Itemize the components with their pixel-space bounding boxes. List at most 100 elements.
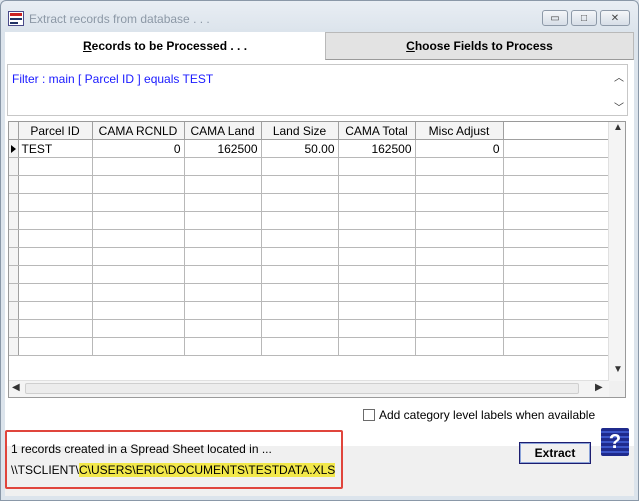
table-cell bbox=[18, 157, 93, 176]
close-button[interactable]: ✕ bbox=[600, 10, 630, 26]
tab-records-label: ecords to be Processed . . . bbox=[91, 39, 248, 53]
scroll-up-icon[interactable]: ︿ bbox=[614, 69, 624, 84]
records-grid[interactable]: Parcel ID CAMA RCNLD CAMA Land Land Size CAM… bbox=[8, 121, 626, 398]
category-labels-label: Add category level labels when available bbox=[379, 408, 596, 422]
minimize-button[interactable]: ▭ bbox=[542, 10, 568, 26]
table-cell bbox=[503, 157, 608, 176]
column-header[interactable]: CAMA Total bbox=[338, 122, 416, 140]
table-cell bbox=[92, 301, 185, 320]
scroll-down-icon[interactable]: ﹀ bbox=[614, 99, 624, 114]
current-row-icon bbox=[11, 145, 16, 153]
table-cell bbox=[338, 283, 416, 302]
table-row[interactable]: TEST 0 162500 50.00 162500 0 bbox=[9, 139, 608, 158]
table-cell[interactable]: 50.00 bbox=[261, 139, 339, 158]
table-cell[interactable]: 162500 bbox=[338, 139, 416, 158]
table-row-empty bbox=[9, 337, 608, 356]
table-cell bbox=[92, 337, 185, 356]
grid-scroll-thumb[interactable] bbox=[25, 383, 579, 394]
table-cell bbox=[503, 337, 608, 356]
table-cell bbox=[503, 319, 608, 338]
table-cell bbox=[415, 319, 504, 338]
row-header-corner bbox=[9, 122, 19, 140]
status-message-box: 1 records created in a Spread Sheet loca… bbox=[5, 430, 343, 489]
table-cell bbox=[338, 247, 416, 266]
grid-vertical-scrollbar[interactable]: ▲ ▼ bbox=[608, 122, 625, 381]
filter-scrollbar[interactable]: ︿ ﹀ bbox=[611, 65, 627, 115]
table-cell bbox=[18, 247, 93, 266]
table-cell bbox=[338, 229, 416, 248]
minimize-icon: ▭ bbox=[550, 12, 560, 24]
table-cell bbox=[184, 319, 262, 338]
table-cell bbox=[18, 283, 93, 302]
column-header-filler bbox=[503, 122, 608, 140]
table-cell bbox=[415, 247, 504, 266]
table-cell[interactable]: TEST bbox=[18, 139, 93, 158]
scrollbar-corner bbox=[609, 381, 625, 397]
table-cell bbox=[338, 157, 416, 176]
table-cell[interactable]: 162500 bbox=[184, 139, 262, 158]
grid-horizontal-scrollbar[interactable]: ◀ ▶ bbox=[9, 380, 609, 397]
filter-box[interactable]: Filter : main [ Parcel ID ] equals TEST … bbox=[7, 64, 628, 116]
row-selector bbox=[9, 193, 19, 212]
table-cell bbox=[338, 337, 416, 356]
tab-records-to-be-processed[interactable]: Records to be Processed . . . bbox=[5, 32, 325, 60]
extract-button[interactable]: Extract bbox=[519, 442, 591, 464]
table-cell bbox=[338, 265, 416, 284]
table-cell bbox=[415, 211, 504, 230]
table-cell bbox=[184, 337, 262, 356]
column-header[interactable]: Parcel ID bbox=[18, 122, 93, 140]
grid-scroll-left-icon[interactable]: ◀ bbox=[12, 382, 20, 393]
row-selector[interactable] bbox=[9, 139, 19, 158]
table-cell[interactable]: 0 bbox=[92, 139, 185, 158]
output-path-highlighted: C\USERS\ERIC\DOCUMENTS\TESTDATA.XLS bbox=[79, 463, 336, 477]
row-selector bbox=[9, 283, 19, 302]
column-header[interactable]: CAMA Land bbox=[184, 122, 262, 140]
table-cell bbox=[415, 175, 504, 194]
table-cell bbox=[184, 265, 262, 284]
grid-scroll-right-icon[interactable]: ▶ bbox=[595, 382, 603, 393]
grid-scroll-up-icon[interactable]: ▲ bbox=[613, 122, 623, 133]
table-cell bbox=[261, 319, 339, 338]
table-cell bbox=[18, 319, 93, 338]
category-labels-checkbox[interactable] bbox=[363, 409, 375, 421]
table-cell bbox=[92, 247, 185, 266]
table-cell bbox=[92, 319, 185, 338]
column-header[interactable]: Land Size bbox=[261, 122, 339, 140]
maximize-button[interactable]: □ bbox=[571, 10, 597, 26]
table-row-empty bbox=[9, 283, 608, 302]
table-cell bbox=[503, 247, 608, 266]
table-cell bbox=[184, 211, 262, 230]
row-selector bbox=[9, 175, 19, 194]
maximize-icon: □ bbox=[580, 12, 588, 24]
grid-scroll-down-icon[interactable]: ▼ bbox=[613, 364, 623, 375]
row-selector bbox=[9, 319, 19, 338]
table-cell[interactable]: 0 bbox=[415, 139, 504, 158]
table-cell bbox=[415, 193, 504, 212]
table-cell bbox=[18, 229, 93, 248]
table-cell bbox=[415, 337, 504, 356]
help-icon[interactable]: ? bbox=[601, 428, 629, 456]
table-cell bbox=[92, 157, 185, 176]
table-cell bbox=[184, 247, 262, 266]
table-cell bbox=[92, 211, 185, 230]
tab-choose-fields[interactable]: Choose Fields to Process bbox=[325, 32, 634, 60]
table-cell bbox=[261, 301, 339, 320]
column-header[interactable]: Misc Adjust bbox=[415, 122, 504, 140]
table-row-empty bbox=[9, 265, 608, 284]
row-selector bbox=[9, 211, 19, 230]
table-cell bbox=[184, 193, 262, 212]
caption-buttons: ▭ □ ✕ bbox=[542, 10, 630, 26]
table-cell bbox=[18, 301, 93, 320]
category-labels-option[interactable]: Add category level labels when available bbox=[363, 408, 595, 422]
title-bar[interactable]: Extract records from database . . . ▭ □ … bbox=[1, 1, 638, 35]
table-cell bbox=[261, 229, 339, 248]
table-row-empty bbox=[9, 229, 608, 248]
table-cell bbox=[92, 265, 185, 284]
records-panel: Filter : main [ Parcel ID ] equals TEST … bbox=[5, 60, 634, 446]
table-cell bbox=[92, 175, 185, 194]
table-cell bbox=[18, 175, 93, 194]
table-cell bbox=[18, 265, 93, 284]
tab-choose-accel: C bbox=[406, 39, 415, 53]
column-header[interactable]: CAMA RCNLD bbox=[92, 122, 185, 140]
table-cell bbox=[503, 229, 608, 248]
